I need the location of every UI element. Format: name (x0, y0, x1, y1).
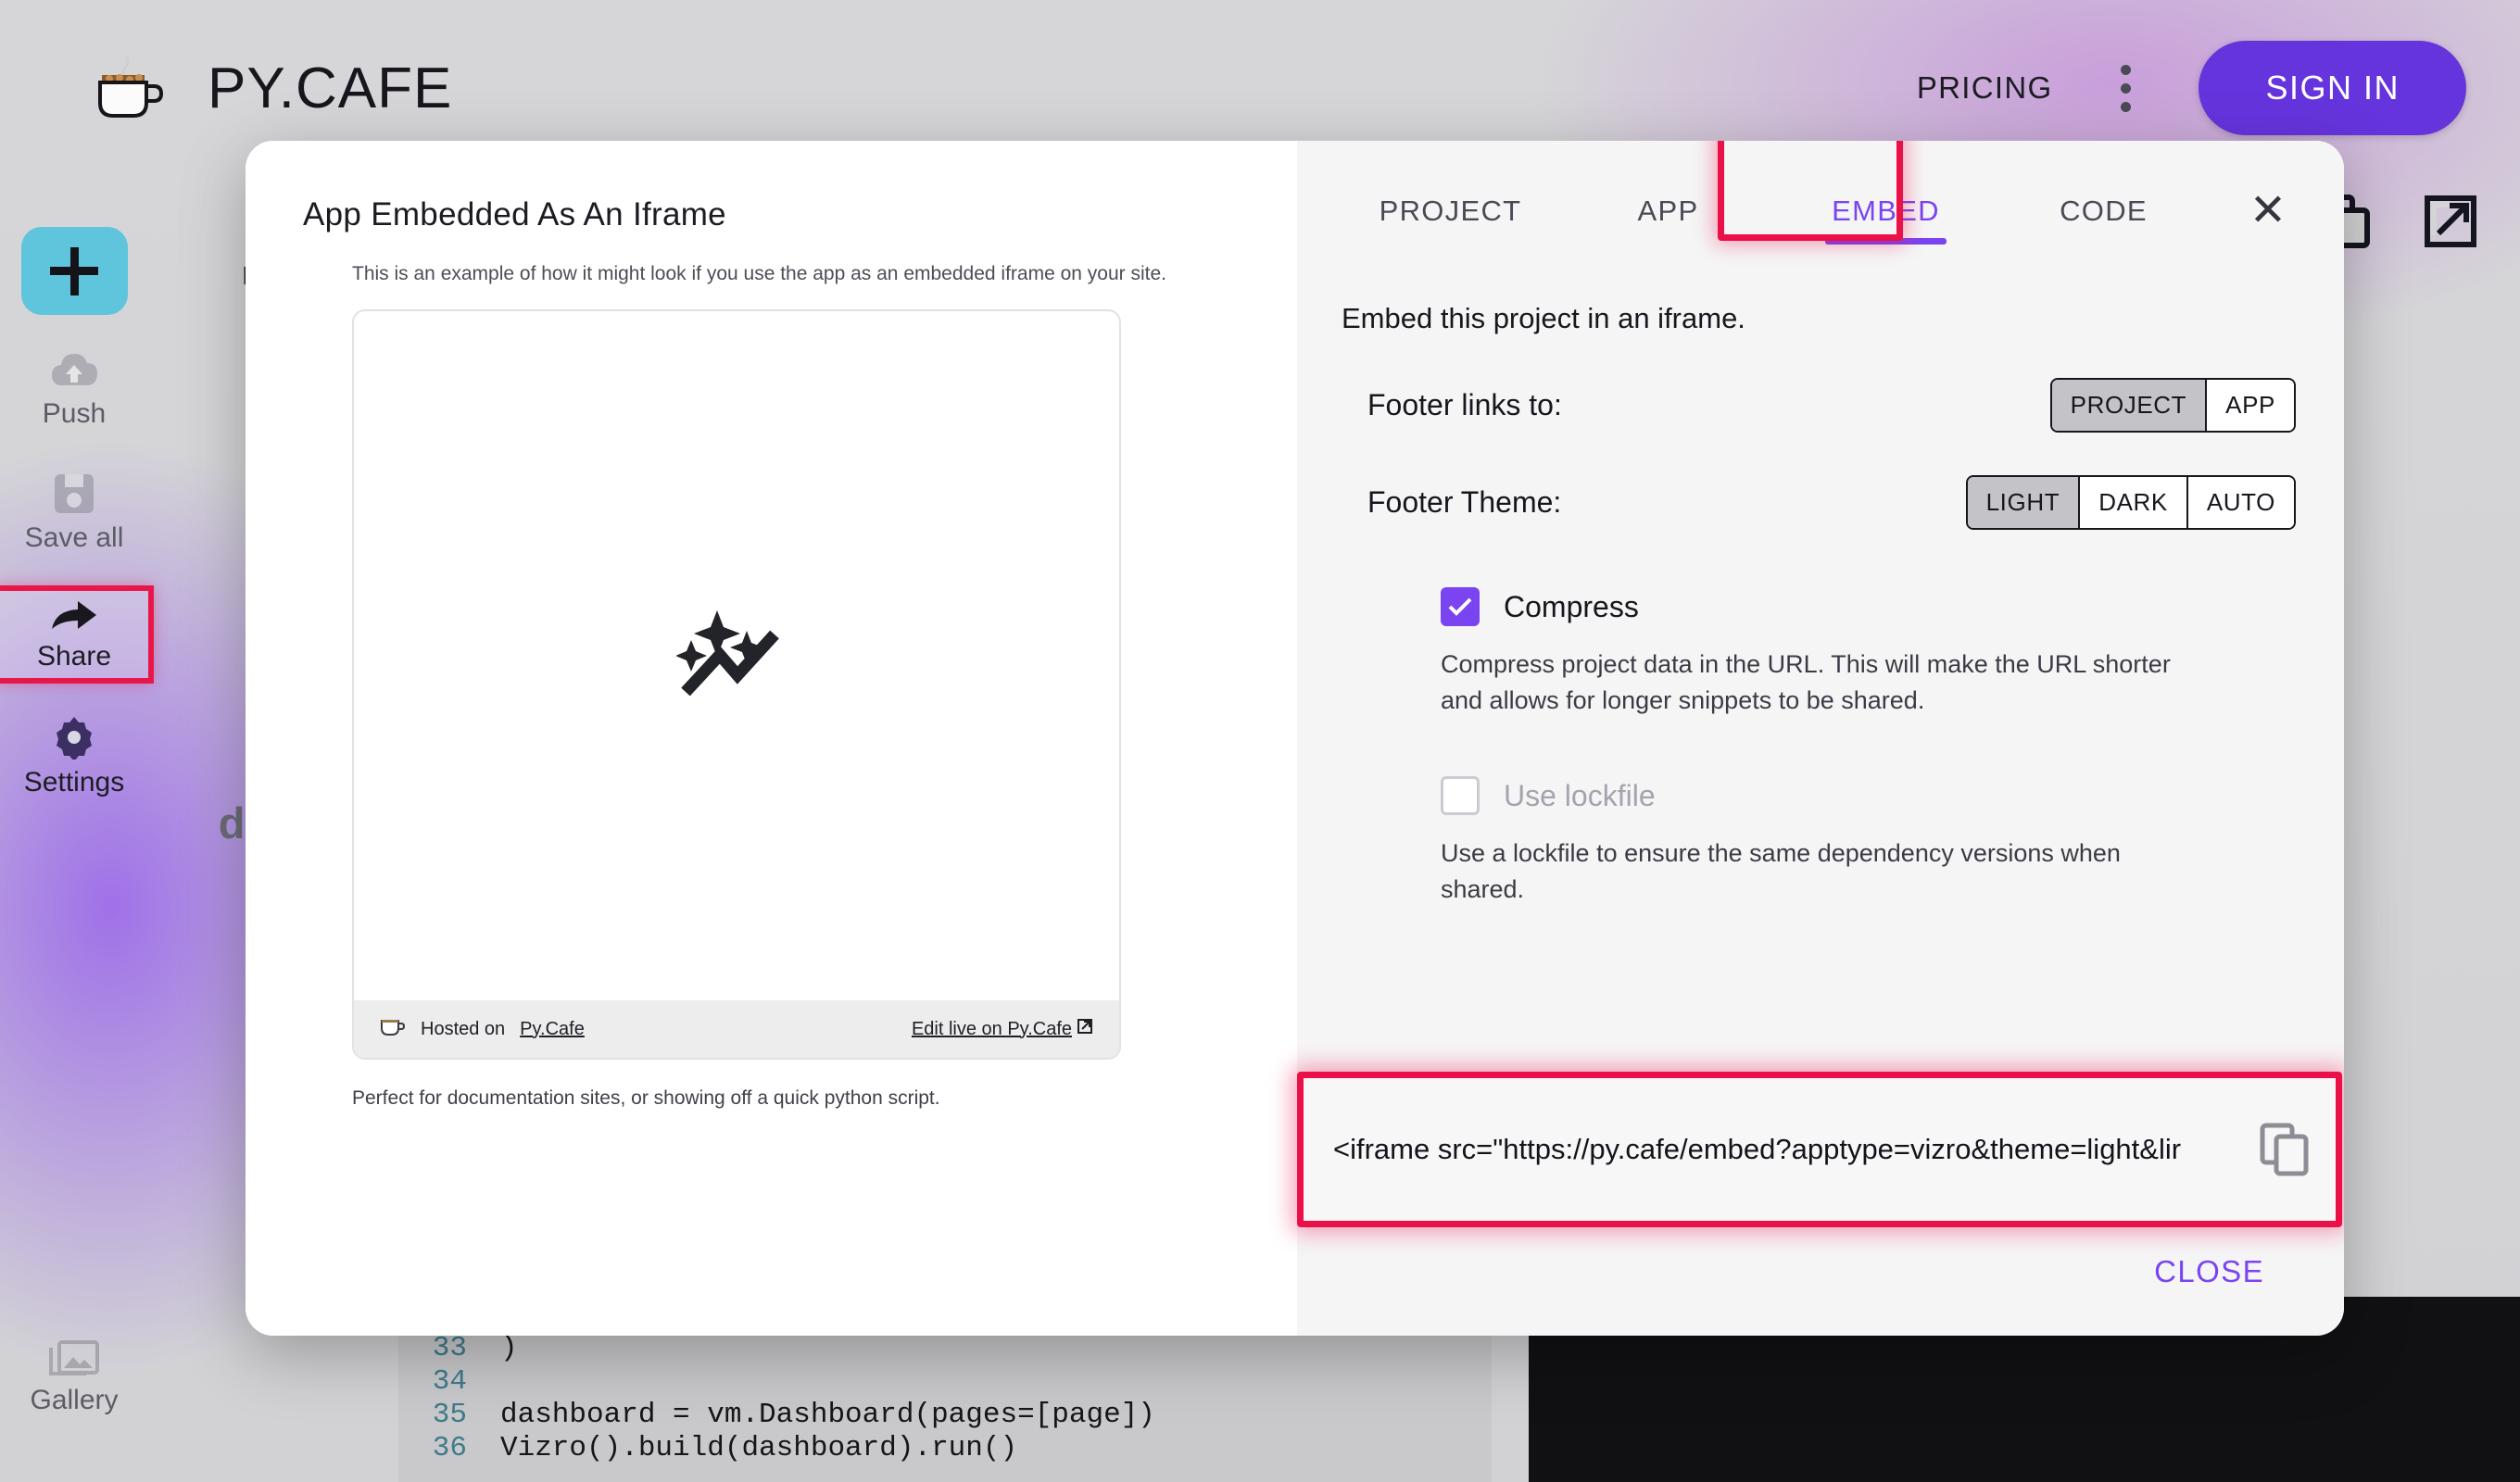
sidebar-item-label: Settings (23, 767, 125, 798)
footer-theme-label: Footer Theme: (1367, 485, 1562, 519)
sign-in-button[interactable]: SIGN IN (2199, 41, 2466, 135)
preview-caption: Perfect for documentation sites, or show… (352, 1087, 940, 1109)
iframe-code-wrap: <iframe src="https://py.cafe/embed?appty… (1297, 1072, 2344, 1227)
close-icon[interactable]: ✕ (2244, 189, 2292, 237)
add-file-button[interactable] (20, 227, 128, 315)
tab-embed[interactable]: EMBED (1777, 172, 1995, 245)
footer-links-row: Footer links to: PROJECT APP (1367, 378, 2296, 433)
pricing-link[interactable]: PRICING (1917, 70, 2053, 106)
copy-icon[interactable] (2260, 1123, 2310, 1176)
header-actions: PRICING SIGN IN (1917, 41, 2466, 135)
left-sidebar: Push Save all Share Settings Gallery (0, 176, 154, 1482)
code-line: 36 Vizro().build(dashboard).run() (398, 1432, 1492, 1465)
footer-links-option-project[interactable]: PROJECT (2051, 380, 2208, 431)
tab-project[interactable]: PROJECT (1342, 172, 1559, 245)
preview-subtitle: This is an example of how it might look … (352, 263, 1166, 284)
sidebar-item-share[interactable]: Share (0, 585, 154, 684)
footer-theme-option-dark[interactable]: DARK (2080, 477, 2188, 528)
modal-tabs: PROJECT APP EMBED CODE (1297, 141, 2344, 245)
iframe-preview: Hosted on Py.Cafe Edit live on Py.Cafe (352, 309, 1121, 1060)
line-number: 35 (432, 1399, 467, 1431)
iframe-code-highlight: <iframe src="https://py.cafe/embed?appty… (1297, 1072, 2342, 1227)
sidebar-item-settings[interactable]: Settings (0, 710, 148, 804)
sidebar-item-label: Push (42, 398, 107, 429)
line-source: dashboard = vm.Dashboard(pages=[page]) (500, 1399, 1155, 1431)
edit-live-link[interactable]: Edit live on Py.Cafe (912, 1019, 1072, 1040)
tab-code[interactable]: CODE (1995, 172, 2212, 245)
lockfile-description: Use a lockfile to ensure the same depend… (1441, 839, 2121, 904)
footer-links-segmented-control: PROJECT APP (2049, 378, 2296, 433)
compress-row: Compress (1441, 587, 2344, 626)
lockfile-checkbox[interactable] (1441, 776, 1480, 816)
line-number: 34 (432, 1365, 467, 1398)
sidebar-item-label: Gallery (30, 1385, 119, 1415)
brand-title: PY.CAFE (208, 56, 453, 120)
footer-links-label: Footer links to: (1367, 388, 1562, 421)
open-external-icon[interactable] (2424, 195, 2477, 253)
coffee-cup-icon (89, 51, 169, 125)
image-icon (49, 1340, 99, 1375)
compress-checkbox[interactable] (1441, 587, 1480, 626)
sparkle-chart-icon (675, 603, 797, 710)
footer-links-option-app[interactable]: APP (2207, 380, 2294, 431)
cloud-upload-icon (52, 354, 97, 385)
code-line: 34 (398, 1365, 1492, 1399)
sidebar-item-save-all[interactable]: Save all (0, 467, 148, 559)
modal-settings-pane: PROJECT APP EMBED CODE ✕ Embed this proj… (1297, 141, 2344, 1336)
footer-theme-option-light[interactable]: LIGHT (1967, 477, 2081, 528)
sidebar-item-gallery[interactable]: Gallery (0, 1331, 148, 1422)
sidebar-item-label: Share (36, 641, 112, 672)
external-link-icon[interactable] (1077, 1018, 1093, 1040)
iframe-code-text: <iframe src="https://py.cafe/embed?appty… (1333, 1133, 2182, 1165)
compress-description: Compress project data in the URL. This w… (1441, 650, 2171, 715)
sidebar-item-push[interactable]: Push (0, 346, 148, 435)
preview-title: App Embedded As An Iframe (303, 196, 726, 232)
share-arrow-icon (52, 601, 96, 629)
brand[interactable]: PY.CAFE (89, 51, 452, 125)
line-number: 36 (432, 1432, 467, 1464)
footer-theme-option-auto[interactable]: AUTO (2187, 477, 2294, 528)
tab-app[interactable]: APP (1559, 172, 1777, 245)
iframe-preview-body (354, 311, 1119, 1000)
coffee-cup-icon (380, 1015, 406, 1043)
lockfile-label: Use lockfile (1504, 778, 1656, 812)
gear-icon (57, 717, 92, 760)
sidebar-item-label: Save all (24, 522, 124, 553)
line-source: ) (500, 1332, 518, 1364)
footer-theme-segmented-control: LIGHT DARK AUTO (1965, 475, 2296, 530)
embed-description: Embed this project in an iframe. (1342, 302, 1745, 334)
line-number: 33 (432, 1332, 467, 1364)
iframe-preview-footer: Hosted on Py.Cafe Edit live on Py.Cafe (354, 1000, 1119, 1058)
footer-theme-row: Footer Theme: LIGHT DARK AUTO (1367, 475, 2296, 530)
code-editor-pane[interactable]: 33 ) 34 35 dashboard = vm.Dashboard(page… (398, 1325, 1492, 1482)
code-line: 35 dashboard = vm.Dashboard(pages=[page]… (398, 1399, 1492, 1432)
iframe-code-field[interactable]: <iframe src="https://py.cafe/embed?appty… (1304, 1078, 2336, 1221)
modal-preview-pane: App Embedded As An Iframe This is an exa… (246, 141, 1297, 1336)
more-vertical-icon[interactable] (2100, 58, 2150, 118)
line-source: Vizro().build(dashboard).run() (500, 1432, 1018, 1464)
hosted-on-label: Hosted on (421, 1018, 506, 1039)
hosted-on-link[interactable]: Py.Cafe (520, 1019, 585, 1040)
lockfile-row: Use lockfile (1441, 776, 2344, 816)
floppy-disk-icon (55, 474, 94, 513)
close-button[interactable]: CLOSE (2154, 1254, 2264, 1289)
compress-label: Compress (1504, 589, 1639, 623)
code-line: 33 ) (398, 1332, 1492, 1365)
share-modal: App Embedded As An Iframe This is an exa… (246, 141, 2344, 1336)
app-root: PY.CAFE PRICING SIGN IN Push Save all Sh… (0, 0, 2520, 1482)
